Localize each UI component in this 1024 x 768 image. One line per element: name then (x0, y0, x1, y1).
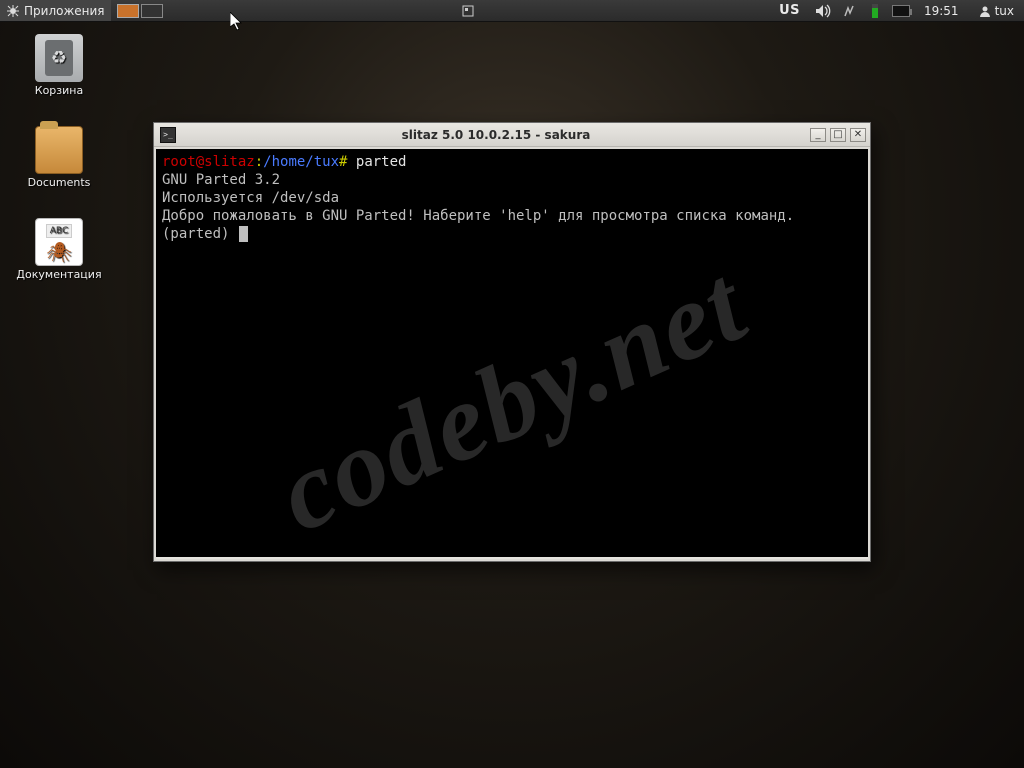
terminal-cursor (239, 226, 248, 242)
terminal-window: slitaz 5.0 10.0.2.15 - sakura _ □ ✕ root… (153, 122, 871, 562)
prompt-user: root@slitaz (162, 154, 255, 170)
terminal-content[interactable]: root@slitaz:/home/tux# parted GNU Parted… (156, 149, 868, 559)
clock[interactable]: 19:51 (918, 0, 965, 21)
documentation-label: Документация (14, 268, 104, 281)
username-label: tux (995, 4, 1014, 18)
documents-label: Documents (14, 176, 104, 189)
top-panel: Приложения US 19:51 tux (0, 0, 1024, 22)
desktop-icon-trash[interactable]: Корзина (14, 34, 104, 97)
trash-label: Корзина (14, 84, 104, 97)
command-text: parted (356, 154, 407, 170)
spider-logo-icon (6, 4, 20, 18)
documentation-icon: ABC 🕷 (35, 218, 83, 266)
desktop-icon-documentation[interactable]: ABC 🕷 Документация (14, 218, 104, 281)
trash-icon (35, 34, 83, 82)
close-button[interactable]: ✕ (850, 128, 866, 142)
maximize-button[interactable]: □ (830, 128, 846, 142)
prompt-path: /home/tux (263, 154, 339, 170)
applications-menu[interactable]: Приложения (0, 0, 111, 21)
workspace-2[interactable] (141, 4, 163, 18)
battery-level-icon[interactable] (866, 4, 884, 18)
volume-icon[interactable] (814, 4, 832, 18)
keyboard-layout-indicator[interactable]: US (773, 0, 806, 21)
prompt-sep: : (255, 154, 263, 170)
terminal-app-icon (160, 127, 176, 143)
minimize-button[interactable]: _ (810, 128, 826, 142)
user-menu[interactable]: tux (973, 0, 1020, 21)
workspace-1[interactable] (117, 4, 139, 18)
workspace-switcher[interactable] (117, 4, 163, 18)
battery-icon[interactable] (892, 5, 910, 17)
network-icon[interactable] (840, 4, 858, 18)
window-list-button[interactable] (456, 5, 480, 17)
window-titlebar[interactable]: slitaz 5.0 10.0.2.15 - sakura _ □ ✕ (154, 123, 870, 147)
window-title: slitaz 5.0 10.0.2.15 - sakura (182, 128, 810, 142)
window-list-icon (462, 5, 474, 17)
terminal-line-3: Используется /dev/sda (162, 190, 339, 206)
terminal-line-5: (parted) (162, 226, 238, 242)
folder-icon (35, 126, 83, 174)
desktop-icon-documents[interactable]: Documents (14, 126, 104, 189)
prompt-hash: # (339, 154, 347, 170)
applications-label: Приложения (24, 4, 105, 18)
terminal-line-4: Добро пожаловать в GNU Parted! Наберите … (162, 208, 794, 224)
user-icon (979, 5, 991, 17)
terminal-line-2: GNU Parted 3.2 (162, 172, 280, 188)
